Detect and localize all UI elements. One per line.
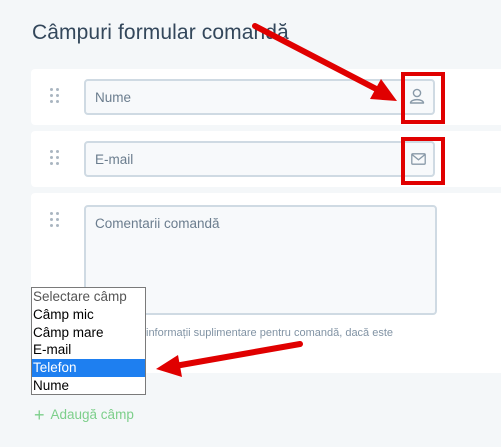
arrow-to-user-icon xyxy=(252,23,397,101)
annotation-arrows xyxy=(156,23,397,377)
arrow-to-telefon-option xyxy=(156,341,303,377)
